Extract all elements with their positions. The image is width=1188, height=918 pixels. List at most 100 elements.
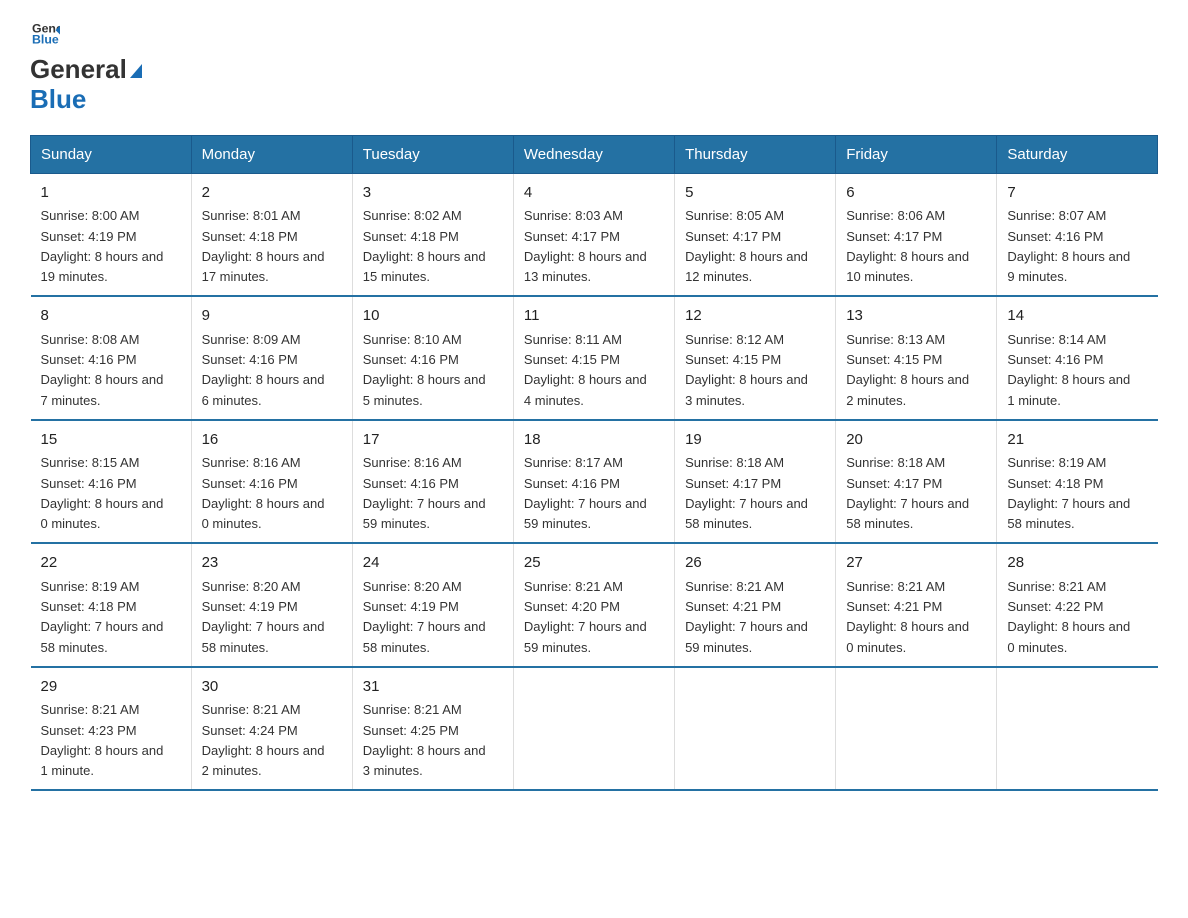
svg-text:Blue: Blue	[32, 33, 59, 47]
calendar-cell: 29 Sunrise: 8:21 AMSunset: 4:23 PMDayligh…	[31, 667, 192, 791]
header-friday: Friday	[836, 135, 997, 173]
calendar-cell: 4Sunrise: 8:03 AMSunset: 4:17 PMDaylight…	[513, 173, 674, 296]
calendar-body: 1Sunrise: 8:00 AMSunset: 4:19 PMDaylight…	[31, 173, 1158, 790]
day-number: 23	[202, 552, 342, 575]
day-info: Sunrise: 8:21 AMSunset: 4:24 PMDaylight:…	[202, 702, 325, 778]
day-info: Sunrise: 8:12 AMSunset: 4:15 PMDaylight:…	[685, 332, 808, 408]
calendar-cell: 20Sunrise: 8:18 AMSunset: 4:17 PMDayligh…	[836, 420, 997, 544]
day-info: Sunrise: 8:13 AMSunset: 4:15 PMDaylight:…	[846, 332, 969, 408]
calendar-cell: 2 Sunrise: 8:01 AMSunset: 4:18 PMDaylight…	[191, 173, 352, 296]
day-number: 29	[41, 676, 181, 699]
day-number: 21	[1007, 429, 1147, 452]
logo-icon: General Blue	[32, 20, 60, 48]
day-number: 2	[202, 182, 342, 205]
calendar-cell: 31 Sunrise: 8:21 AMSunset: 4:25 PMDayligh…	[352, 667, 513, 791]
day-info: Sunrise: 8:21 AMSunset: 4:25 PMDaylight:…	[363, 702, 486, 778]
calendar-cell: 18 Sunrise: 8:17 AMSunset: 4:16 PMDayligh…	[513, 420, 674, 544]
day-info: Sunrise: 8:01 AMSunset: 4:18 PMDaylight:…	[202, 208, 325, 284]
calendar-cell: 19 Sunrise: 8:18 AMSunset: 4:17 PMDayligh…	[675, 420, 836, 544]
calendar-cell: 21 Sunrise: 8:19 AMSunset: 4:18 PMDayligh…	[997, 420, 1158, 544]
calendar-cell	[997, 667, 1158, 791]
calendar-cell: 30 Sunrise: 8:21 AMSunset: 4:24 PMDayligh…	[191, 667, 352, 791]
calendar-cell: 26Sunrise: 8:21 AMSunset: 4:21 PMDayligh…	[675, 543, 836, 667]
day-number: 26	[685, 552, 825, 575]
day-number: 31	[363, 676, 503, 699]
day-number: 27	[846, 552, 986, 575]
day-info: Sunrise: 8:19 AMSunset: 4:18 PMDaylight:…	[1007, 455, 1130, 531]
calendar-cell	[513, 667, 674, 791]
calendar-cell	[675, 667, 836, 791]
day-info: Sunrise: 8:08 AMSunset: 4:16 PMDaylight:…	[41, 332, 164, 408]
day-info: Sunrise: 8:21 AMSunset: 4:22 PMDaylight:…	[1007, 579, 1130, 655]
day-info: Sunrise: 8:11 AMSunset: 4:15 PMDaylight:…	[524, 332, 647, 408]
calendar-cell: 23 Sunrise: 8:20 AMSunset: 4:19 PMDayligh…	[191, 543, 352, 667]
day-number: 16	[202, 429, 342, 452]
day-number: 15	[41, 429, 181, 452]
day-number: 22	[41, 552, 181, 575]
calendar-cell: 3 Sunrise: 8:02 AMSunset: 4:18 PMDaylight…	[352, 173, 513, 296]
calendar-week-4: 22 Sunrise: 8:19 AMSunset: 4:18 PMDayligh…	[31, 543, 1158, 667]
day-info: Sunrise: 8:00 AMSunset: 4:19 PMDaylight:…	[41, 208, 164, 284]
calendar-cell: 1Sunrise: 8:00 AMSunset: 4:19 PMDaylight…	[31, 173, 192, 296]
day-info: Sunrise: 8:05 AMSunset: 4:17 PMDaylight:…	[685, 208, 808, 284]
day-number: 24	[363, 552, 503, 575]
day-number: 9	[202, 305, 342, 328]
day-number: 18	[524, 429, 664, 452]
calendar-table: SundayMondayTuesdayWednesdayThursdayFrid…	[30, 135, 1158, 792]
day-number: 25	[524, 552, 664, 575]
day-info: Sunrise: 8:16 AMSunset: 4:16 PMDaylight:…	[363, 455, 486, 531]
day-info: Sunrise: 8:16 AMSunset: 4:16 PMDaylight:…	[202, 455, 325, 531]
day-number: 19	[685, 429, 825, 452]
day-info: Sunrise: 8:14 AMSunset: 4:16 PMDaylight:…	[1007, 332, 1130, 408]
calendar-cell: 14 Sunrise: 8:14 AMSunset: 4:16 PMDayligh…	[997, 296, 1158, 420]
calendar-cell: 17 Sunrise: 8:16 AMSunset: 4:16 PMDayligh…	[352, 420, 513, 544]
day-number: 6	[846, 182, 986, 205]
day-number: 8	[41, 305, 181, 328]
logo-general: General	[30, 55, 142, 85]
day-number: 11	[524, 305, 664, 328]
day-info: Sunrise: 8:02 AMSunset: 4:18 PMDaylight:…	[363, 208, 486, 284]
calendar-week-3: 15 Sunrise: 8:15 AMSunset: 4:16 PMDayligh…	[31, 420, 1158, 544]
page-header: General Blue General Blue	[30, 20, 1158, 115]
calendar-cell: 25 Sunrise: 8:21 AMSunset: 4:20 PMDayligh…	[513, 543, 674, 667]
day-number: 28	[1007, 552, 1147, 575]
header-monday: Monday	[191, 135, 352, 173]
day-number: 30	[202, 676, 342, 699]
calendar-cell: 11 Sunrise: 8:11 AMSunset: 4:15 PMDayligh…	[513, 296, 674, 420]
day-info: Sunrise: 8:18 AMSunset: 4:17 PMDaylight:…	[846, 455, 969, 531]
calendar-week-1: 1Sunrise: 8:00 AMSunset: 4:19 PMDaylight…	[31, 173, 1158, 296]
day-info: Sunrise: 8:18 AMSunset: 4:17 PMDaylight:…	[685, 455, 808, 531]
day-info: Sunrise: 8:21 AMSunset: 4:23 PMDaylight:…	[41, 702, 164, 778]
day-number: 7	[1007, 182, 1147, 205]
calendar-cell: 5Sunrise: 8:05 AMSunset: 4:17 PMDaylight…	[675, 173, 836, 296]
day-number: 14	[1007, 305, 1147, 328]
calendar-cell: 13Sunrise: 8:13 AMSunset: 4:15 PMDayligh…	[836, 296, 997, 420]
day-number: 12	[685, 305, 825, 328]
header-thursday: Thursday	[675, 135, 836, 173]
header-wednesday: Wednesday	[513, 135, 674, 173]
calendar-cell: 15 Sunrise: 8:15 AMSunset: 4:16 PMDayligh…	[31, 420, 192, 544]
calendar-header-row: SundayMondayTuesdayWednesdayThursdayFrid…	[31, 135, 1158, 173]
day-info: Sunrise: 8:21 AMSunset: 4:20 PMDaylight:…	[524, 579, 647, 655]
day-number: 10	[363, 305, 503, 328]
day-info: Sunrise: 8:20 AMSunset: 4:19 PMDaylight:…	[202, 579, 325, 655]
calendar-cell: 12 Sunrise: 8:12 AMSunset: 4:15 PMDayligh…	[675, 296, 836, 420]
day-info: Sunrise: 8:15 AMSunset: 4:16 PMDaylight:…	[41, 455, 164, 531]
day-info: Sunrise: 8:17 AMSunset: 4:16 PMDaylight:…	[524, 455, 647, 531]
logo-blue: Blue	[30, 85, 142, 115]
calendar-cell: 16 Sunrise: 8:16 AMSunset: 4:16 PMDayligh…	[191, 420, 352, 544]
day-number: 17	[363, 429, 503, 452]
calendar-week-2: 8 Sunrise: 8:08 AMSunset: 4:16 PMDaylight…	[31, 296, 1158, 420]
calendar-cell: 9Sunrise: 8:09 AMSunset: 4:16 PMDaylight…	[191, 296, 352, 420]
calendar-cell: 6 Sunrise: 8:06 AMSunset: 4:17 PMDaylight…	[836, 173, 997, 296]
day-info: Sunrise: 8:06 AMSunset: 4:17 PMDaylight:…	[846, 208, 969, 284]
day-number: 3	[363, 182, 503, 205]
header-tuesday: Tuesday	[352, 135, 513, 173]
calendar-cell: 27Sunrise: 8:21 AMSunset: 4:21 PMDayligh…	[836, 543, 997, 667]
header-saturday: Saturday	[997, 135, 1158, 173]
day-info: Sunrise: 8:03 AMSunset: 4:17 PMDaylight:…	[524, 208, 647, 284]
day-info: Sunrise: 8:10 AMSunset: 4:16 PMDaylight:…	[363, 332, 486, 408]
day-info: Sunrise: 8:19 AMSunset: 4:18 PMDaylight:…	[41, 579, 164, 655]
header-sunday: Sunday	[31, 135, 192, 173]
logo: General Blue General Blue	[30, 20, 142, 115]
